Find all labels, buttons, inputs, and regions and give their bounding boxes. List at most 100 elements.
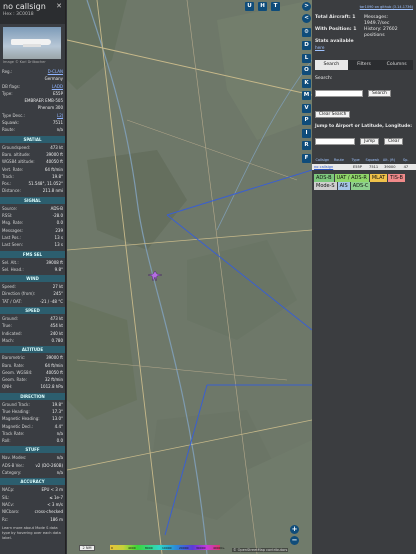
detail-value[interactable]: L2J <box>57 112 63 119</box>
jump-input[interactable] <box>315 138 355 145</box>
layer-button-h[interactable]: H <box>258 2 267 11</box>
layer-button-t[interactable]: T <box>271 2 280 11</box>
map-toggle-k-button[interactable]: K <box>302 78 311 88</box>
info-label[interactable]: Sel. Alt.: <box>2 259 19 266</box>
zoom-out-button[interactable]: − <box>290 536 299 545</box>
info-row: Last Pos.: 13 s <box>0 234 65 241</box>
map-toggle-r-button[interactable]: R <box>302 141 311 150</box>
layer-button-u[interactable]: U <box>245 2 254 11</box>
info-label[interactable]: Vert. Rate: <box>2 166 23 173</box>
clear-jump-button[interactable]: Clear <box>384 138 404 145</box>
aircraft-photo[interactable] <box>3 27 61 59</box>
column-header-sp[interactable]: Sp. <box>397 158 414 162</box>
section-accuracy-header[interactable]: ACCURACY <box>0 478 65 486</box>
callsign-title: no callsign <box>3 2 46 11</box>
info-label[interactable]: RSSI: <box>2 212 12 219</box>
section-stuff-header[interactable]: STUFF <box>0 446 65 454</box>
info-label[interactable]: Baro. altitude: <box>2 151 30 158</box>
info-label[interactable]: NACv: <box>2 501 14 508</box>
map-toggle-m-button[interactable]: M <box>302 91 311 100</box>
info-label[interactable]: Distance: <box>2 187 21 194</box>
column-header-callsign[interactable]: Callsign <box>314 158 331 162</box>
info-label[interactable]: NICbaro: <box>2 508 19 515</box>
cell-callsign[interactable]: no callsign <box>314 165 333 169</box>
info-label[interactable]: Pos.: <box>2 180 11 187</box>
info-label[interactable]: SIL: <box>2 494 9 501</box>
info-header: no callsign Hex : 3C0018 ✕ <box>0 0 65 24</box>
info-label[interactable]: Last Seen: <box>2 241 23 248</box>
info-label[interactable]: Ground: <box>2 315 18 322</box>
info-label[interactable]: Barometric: <box>2 354 25 361</box>
expand-arrow-button[interactable]: > <box>302 2 311 11</box>
collapse-arrow-button[interactable]: < <box>302 14 311 23</box>
section-speed-header[interactable]: SPEED <box>0 307 65 315</box>
zoom-in-button[interactable]: + <box>290 525 299 534</box>
column-header-alt-ft[interactable]: Alt. (ft) <box>381 158 398 162</box>
clear-search-button[interactable]: Clear Search <box>315 111 351 118</box>
detail-value[interactable]: LADD <box>52 83 63 90</box>
info-label[interactable]: ADS-B Ver.: <box>2 462 24 469</box>
section-direction-header[interactable]: DIRECTION <box>0 392 65 400</box>
info-label[interactable]: Geom. WGS84: <box>2 369 32 376</box>
close-icon[interactable]: ✕ <box>56 2 62 10</box>
tab-search[interactable]: Search <box>315 60 348 70</box>
detail-row: Route: n/a <box>0 126 65 133</box>
info-label[interactable]: Nav. Modes: <box>2 454 26 461</box>
map-toggle-v-button[interactable]: V <box>302 103 311 113</box>
info-label[interactable]: Source: <box>2 205 17 212</box>
map-attribution[interactable]: © OpenStreetMap contributors <box>232 548 289 552</box>
info-label[interactable]: True: <box>2 322 12 329</box>
info-label[interactable]: True Heading: <box>2 408 30 415</box>
map-toggle-f-button[interactable]: F <box>302 153 311 163</box>
column-header-route[interactable]: Route <box>331 158 348 162</box>
map-toggle-p-button[interactable]: P <box>302 116 311 125</box>
section-signal-header[interactable]: SIGNAL <box>0 196 65 204</box>
info-label[interactable]: TAT / OAT: <box>2 298 22 305</box>
tab-filters[interactable]: Filters <box>348 60 381 70</box>
info-label[interactable]: Magnetic Decl.: <box>2 423 33 430</box>
info-label[interactable]: Groundspeed: <box>2 144 30 151</box>
colorbar-tick-label: 40000+ <box>213 546 226 550</box>
info-label[interactable]: Msg. Rate: <box>2 219 23 226</box>
info-label[interactable]: NACp: <box>2 486 14 493</box>
colorbar-tick-label: 0 <box>111 546 113 550</box>
info-label[interactable]: Roll: <box>2 437 11 444</box>
info-label[interactable]: Track Rate: <box>2 430 24 437</box>
info-label[interactable]: Magnetic Heading: <box>2 415 40 422</box>
info-label[interactable]: Sel. Head.: <box>2 266 24 273</box>
tab-columns[interactable]: Columns <box>380 60 413 70</box>
info-label[interactable]: Last Pos.: <box>2 234 21 241</box>
info-label[interactable]: QNH: <box>2 383 13 390</box>
info-label[interactable]: Rc: <box>2 516 8 523</box>
info-label[interactable]: Track: <box>2 173 14 180</box>
section-spatial-header[interactable]: SPATIAL <box>0 135 65 143</box>
info-label[interactable]: Ground Track: <box>2 401 30 408</box>
info-label[interactable]: Speed: <box>2 283 16 290</box>
info-label[interactable]: Geom. Rate: <box>2 376 27 383</box>
section-altitude-header[interactable]: ALTITUDE <box>0 346 65 354</box>
map-toggle-d-button[interactable]: D <box>302 41 311 50</box>
search-button[interactable]: Search <box>368 90 391 97</box>
settings-gear-icon[interactable]: ⚙ <box>302 28 311 37</box>
info-label[interactable]: Category: <box>2 469 21 476</box>
info-label[interactable]: Baro. Rate: <box>2 362 24 369</box>
section-wind-header[interactable]: WIND <box>0 275 65 283</box>
info-label[interactable]: Indicated: <box>2 330 22 337</box>
map-toggle-i-button[interactable]: I <box>302 128 311 138</box>
info-label[interactable]: Direction (from): <box>2 290 35 297</box>
info-label[interactable]: Mach: <box>2 337 14 344</box>
map-view[interactable]: U H T + − <box>67 0 312 554</box>
map-toggle-o-button[interactable]: O <box>302 66 311 75</box>
info-label[interactable]: Messages: <box>2 227 23 234</box>
aircraft-marker-icon[interactable] <box>147 270 163 282</box>
column-header-type[interactable]: Type <box>347 158 364 162</box>
jump-button[interactable]: Jump <box>360 138 379 145</box>
detail-value[interactable]: D-CLAN <box>48 68 63 75</box>
info-label[interactable]: WGS84 altitude: <box>2 158 35 165</box>
github-link[interactable]: tar1090 on github (3.14.1736) <box>312 0 416 9</box>
map-toggle-l-button[interactable]: L <box>302 53 311 63</box>
stats-here-link[interactable]: here <box>312 45 416 50</box>
section-fms-sel-header[interactable]: FMS SEL <box>0 250 65 258</box>
search-input[interactable] <box>315 90 363 97</box>
column-header-squawk[interactable]: Squawk <box>364 158 381 162</box>
